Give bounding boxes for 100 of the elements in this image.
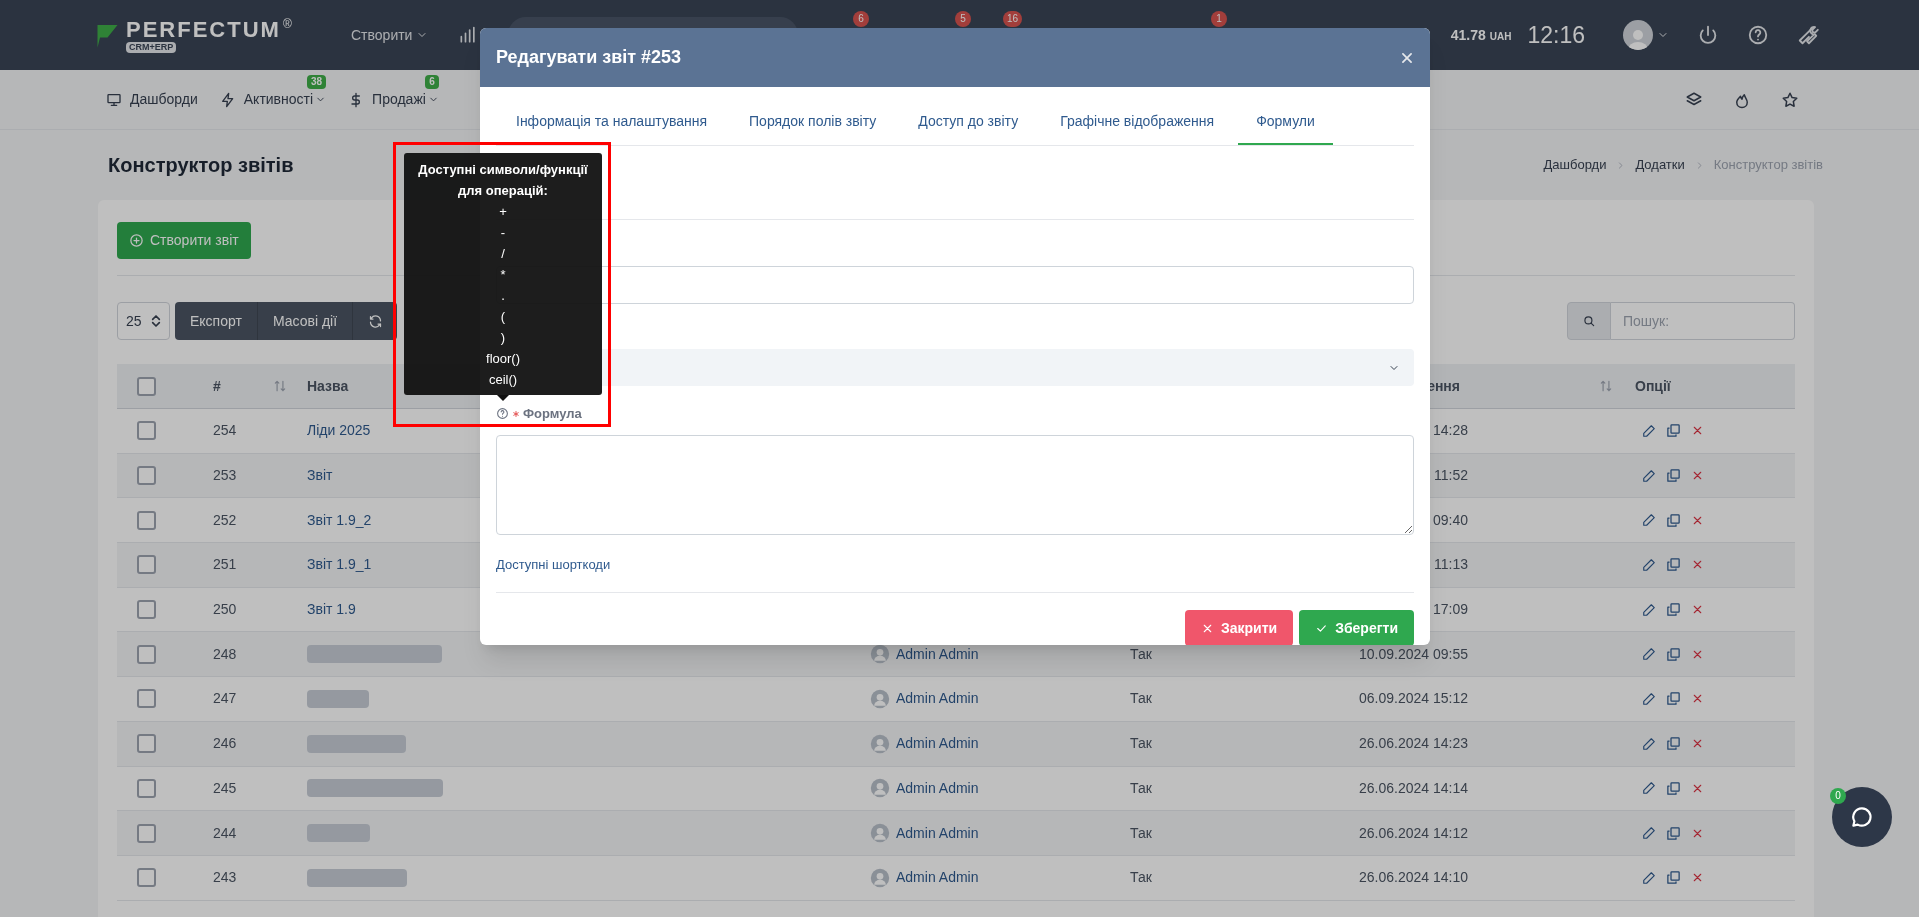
search-button[interactable] [1567,302,1611,340]
checkbox[interactable] [137,510,156,530]
author-link[interactable]: Admin Admin [896,688,979,710]
table-row[interactable]: 244 Admin Admin Так 26.06.2024 14:12 [117,811,1795,856]
power-icon[interactable] [1697,24,1719,46]
breadcrumb-link[interactable]: Додатки [1635,155,1685,175]
report-link[interactable]: Звіт 1.9_1 [307,554,372,576]
copy-icon[interactable] [1666,870,1681,886]
table-cell: Так [1130,735,1152,752]
pencil-icon[interactable] [1642,602,1656,617]
table-cell-text: 26.06.2024 14:23 [1359,734,1468,754]
nav-item[interactable]: Активності [219,89,327,110]
copy-icon[interactable] [1666,557,1681,573]
close-button[interactable] [1400,50,1414,65]
nav-item[interactable]: Дашборди [106,89,198,110]
dialog-title: Редагувати звіт #253 [496,46,682,69]
create-report-button[interactable]: Створити звіт [117,222,251,259]
dialog-tab[interactable]: Графічне відображення [1042,99,1233,145]
copy-icon[interactable] [1666,468,1681,484]
dialog-tab[interactable]: Порядок полів звіту [731,99,895,145]
refresh-icon [367,313,383,329]
pencil-icon[interactable] [1642,736,1656,751]
user-avatar-icon [870,733,890,754]
author-link[interactable]: Admin Admin [896,777,979,799]
pencil-icon[interactable] [1642,557,1656,572]
copy-icon[interactable] [1666,736,1681,752]
copy-icon[interactable] [1666,825,1681,841]
table-cell-text: 248 [212,644,238,664]
sort-icon[interactable] [273,379,287,393]
star-icon[interactable] [1781,90,1799,109]
checkbox[interactable] [137,644,156,664]
checkbox[interactable] [137,868,156,888]
column-header[interactable]: # [213,375,221,397]
pencil-icon[interactable] [1642,691,1656,706]
user-avatar-icon [870,867,890,888]
help-icon[interactable] [496,407,509,421]
table-cell-text: 245 [212,778,238,798]
save-button[interactable]: Зберегти [1299,610,1414,645]
checkbox[interactable] [137,689,156,709]
tooltip-item: + [499,203,507,221]
dialog-tab[interactable]: Формули [1238,99,1333,145]
table-cell-text: 14:28 [1432,421,1468,441]
pencil-icon[interactable] [1642,468,1656,483]
user-avatar[interactable] [1623,20,1653,50]
copy-icon[interactable] [1666,691,1681,707]
pencil-icon[interactable] [1642,647,1656,662]
copy-icon[interactable] [1666,423,1681,439]
table-cell-text: 06.09.2024 15:12 [1359,689,1468,709]
copy-icon[interactable] [1666,602,1681,618]
count-badge: 6 [425,75,439,89]
checkbox[interactable] [137,778,156,798]
tooltip-item: ceil() [488,371,518,389]
search-icon [1582,314,1596,328]
copy-icon[interactable] [1666,512,1681,528]
table-cell-text: 26.06.2024 14:12 [1359,823,1468,843]
pencil-icon[interactable] [1642,781,1656,796]
pencil-icon[interactable] [1642,870,1656,885]
dialog-tab[interactable]: Інформація та налаштування [498,99,726,145]
report-link[interactable]: Ліди 2025 [307,420,371,442]
checkbox[interactable] [137,376,156,396]
toolbar-button[interactable]: Експорт [175,302,258,340]
checkbox[interactable] [137,421,156,441]
table-cell-text: 244 [212,823,238,843]
nav-item[interactable]: Продажі [348,89,439,110]
report-link[interactable]: Звіт [307,465,333,487]
report-link[interactable]: Звіт 1.9 [307,599,356,621]
checkbox[interactable] [137,466,156,486]
author-link[interactable]: Admin Admin [896,733,979,755]
author-link[interactable]: Admin Admin [896,822,979,844]
table-row[interactable]: 246 Admin Admin Так 26.06.2024 14:23 [117,721,1795,767]
chat-icon [1849,804,1875,830]
pencil-icon[interactable] [1642,423,1656,438]
page-size-select[interactable]: 25 [117,302,170,340]
pencil-icon[interactable] [1642,513,1656,528]
toolbar-button[interactable]: Масові дії [257,302,354,340]
dialog-tab[interactable]: Доступ до звіту [900,99,1037,145]
chat-button[interactable] [1832,787,1892,847]
shortcodes-link[interactable]: Доступні шорткоди [496,554,611,574]
checkbox[interactable] [137,555,156,575]
tooltip-item: ) [500,329,506,347]
field-label: Формула [523,405,582,423]
column-header[interactable]: Опції [1635,377,1671,394]
close-button[interactable]: Закрити [1184,610,1294,645]
checkbox[interactable] [137,734,156,754]
checkbox[interactable] [137,823,156,843]
sort-icon[interactable] [1599,379,1613,393]
pencil-icon[interactable] [1642,826,1656,841]
table-cell-text: 11:13 [1434,555,1468,575]
report-link[interactable]: Звіт 1.9_2 [307,509,372,531]
checkbox[interactable] [137,600,156,620]
copy-icon[interactable] [1666,646,1681,662]
table-cell: Так [1130,645,1152,662]
author-link[interactable]: Admin Admin [896,643,979,665]
author-link[interactable]: Admin Admin [896,867,979,889]
breadcrumb-link[interactable]: Дашборди [1543,155,1607,175]
column-header[interactable]: Назва [307,377,349,394]
user-avatar-icon [870,688,890,709]
create-menu[interactable]: Створити [351,24,429,46]
copy-icon[interactable] [1666,780,1681,796]
search-input[interactable]: Пошук: [1611,302,1795,340]
